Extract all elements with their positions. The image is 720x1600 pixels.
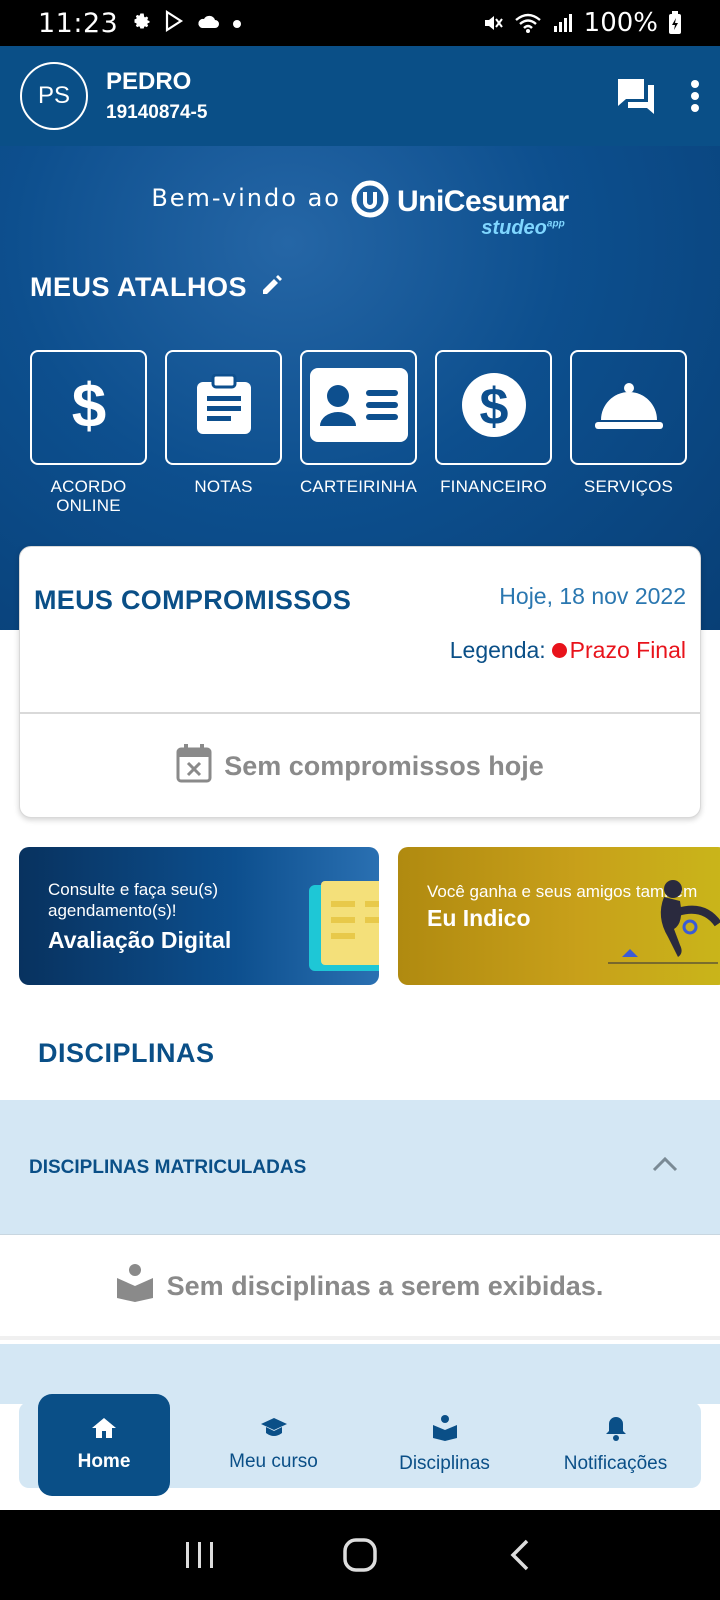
shortcut-financeiro[interactable]: $ FINANCEIRO (435, 350, 552, 515)
dollar-icon: $ (69, 372, 109, 441)
user-info: PEDRO 19140874-5 (106, 68, 207, 124)
battery-icon (668, 11, 682, 35)
chat-icon[interactable] (616, 77, 656, 115)
system-navigation-bar (0, 1510, 720, 1600)
disciplinas-empty: Sem disciplinas a serem exibidas. (0, 1236, 720, 1340)
bottom-navigation: Home Meu curso Disciplinas Notificações (19, 1394, 701, 1496)
id-card-icon (309, 368, 408, 447)
clipboard-icon (195, 373, 253, 441)
edit-pencil-icon[interactable] (261, 272, 283, 303)
status-right: 100% (482, 8, 682, 38)
nav-meu-curso[interactable]: Meu curso (188, 1402, 359, 1488)
play-store-icon (164, 9, 184, 36)
svg-text:$: $ (71, 375, 105, 435)
banner-eu-indico[interactable]: Você ganha e seus amigos também Eu Indic… (398, 847, 720, 985)
commitments-empty: Sem compromissos hoje (20, 743, 700, 790)
cloud-icon (196, 13, 220, 33)
header-actions (616, 77, 700, 115)
legend-value: Prazo Final (569, 637, 686, 663)
more-vert-icon[interactable] (690, 79, 700, 113)
disciplinas-matriculadas-accordion[interactable]: DISCIPLINAS MATRICULADAS (0, 1100, 720, 1235)
shortcut-notas[interactable]: NOTAS (165, 350, 282, 515)
dollar-circle-icon: $ (461, 372, 527, 443)
card-divider (20, 712, 700, 714)
commitments-empty-text: Sem compromissos hoje (224, 751, 544, 781)
nav-notificacoes[interactable]: Notificações (530, 1402, 701, 1488)
recent-apps-icon[interactable] (160, 1525, 240, 1585)
banner-title: Eu Indico (427, 905, 531, 931)
disciplinas-title: DISCIPLINAS (38, 1038, 215, 1068)
commitments-title: MEUS COMPROMISSOS (34, 585, 352, 615)
shortcut-servicos[interactable]: SERVIÇOS (570, 350, 687, 515)
chevron-up-icon[interactable] (652, 1156, 678, 1177)
shortcuts-title: MEUS ATALHOS (30, 272, 283, 303)
shortcut-acordo-online[interactable]: $ ACORDO ONLINE (30, 350, 147, 515)
graduation-cap-icon (260, 1417, 288, 1445)
bell-icon (605, 1415, 627, 1447)
commitments-card: MEUS COMPROMISSOS Hoje, 18 nov 2022 Lege… (19, 546, 701, 818)
welcome-text: Bem-vindo ao (151, 184, 341, 212)
status-bar: 11:23 100% (0, 0, 720, 46)
avatar[interactable]: PS (20, 62, 88, 130)
wifi-icon (514, 12, 542, 34)
commitments-date: Hoje, 18 nov 2022 (499, 583, 686, 609)
calendar-x-icon (176, 743, 212, 790)
commitments-legend: Legenda: Prazo Final (450, 637, 686, 664)
shortcut-carteirinha[interactable]: CARTEIRINHA (300, 350, 417, 515)
shortcuts-title-text: MEUS ATALHOS (30, 272, 247, 302)
home-icon (91, 1417, 117, 1445)
service-bell-icon (594, 380, 663, 435)
status-time: 11:23 (38, 7, 119, 39)
nav-disciplinas[interactable]: Disciplinas (359, 1402, 530, 1488)
open-book-icon (309, 881, 379, 980)
user-id: 19140874-5 (106, 102, 208, 123)
battery-percent: 100% (583, 8, 658, 38)
app-header: PS PEDRO 19140874-5 (0, 46, 720, 146)
legend-label: Legenda: (449, 637, 546, 663)
gear-icon (132, 11, 152, 35)
status-left-icons (132, 9, 242, 36)
banner-subtitle: Consulte e faça seu(s) agendamento(s)! (48, 880, 219, 920)
legend-dot-icon (551, 643, 567, 658)
disciplinas-empty-text: Sem disciplinas a serem exibidas. (166, 1270, 604, 1301)
person-illustration-icon (598, 867, 720, 982)
home-button-icon[interactable] (320, 1525, 400, 1585)
book-reader-icon (116, 1263, 153, 1309)
book-reader-icon (432, 1415, 457, 1447)
unicesumar-logo: UniCesumar studeoapp (351, 180, 569, 240)
logo-sub: studeoapp (481, 217, 565, 239)
dot-icon (232, 14, 242, 33)
mute-icon (482, 12, 504, 34)
nav-home[interactable]: Home (38, 1394, 170, 1496)
shortcuts-row: $ ACORDO ONLINE NOTAS CARTEIRINHA $ FINA… (30, 350, 687, 515)
back-icon[interactable] (480, 1525, 560, 1585)
accordion-title: DISCIPLINAS MATRICULADAS (29, 1157, 307, 1178)
svg-text:$: $ (479, 378, 508, 436)
logo-mark-icon (351, 180, 393, 223)
signal-icon (552, 12, 574, 34)
welcome-banner: Bem-vindo ao UniCesumar studeoapp (0, 180, 720, 240)
logo-brand: UniCesumar (396, 184, 569, 218)
banner-avaliacao-digital[interactable]: Consulte e faça seu(s) agendamento(s)! A… (19, 847, 379, 985)
user-name: PEDRO (106, 68, 192, 95)
banner-title: Avaliação Digital (48, 927, 232, 953)
